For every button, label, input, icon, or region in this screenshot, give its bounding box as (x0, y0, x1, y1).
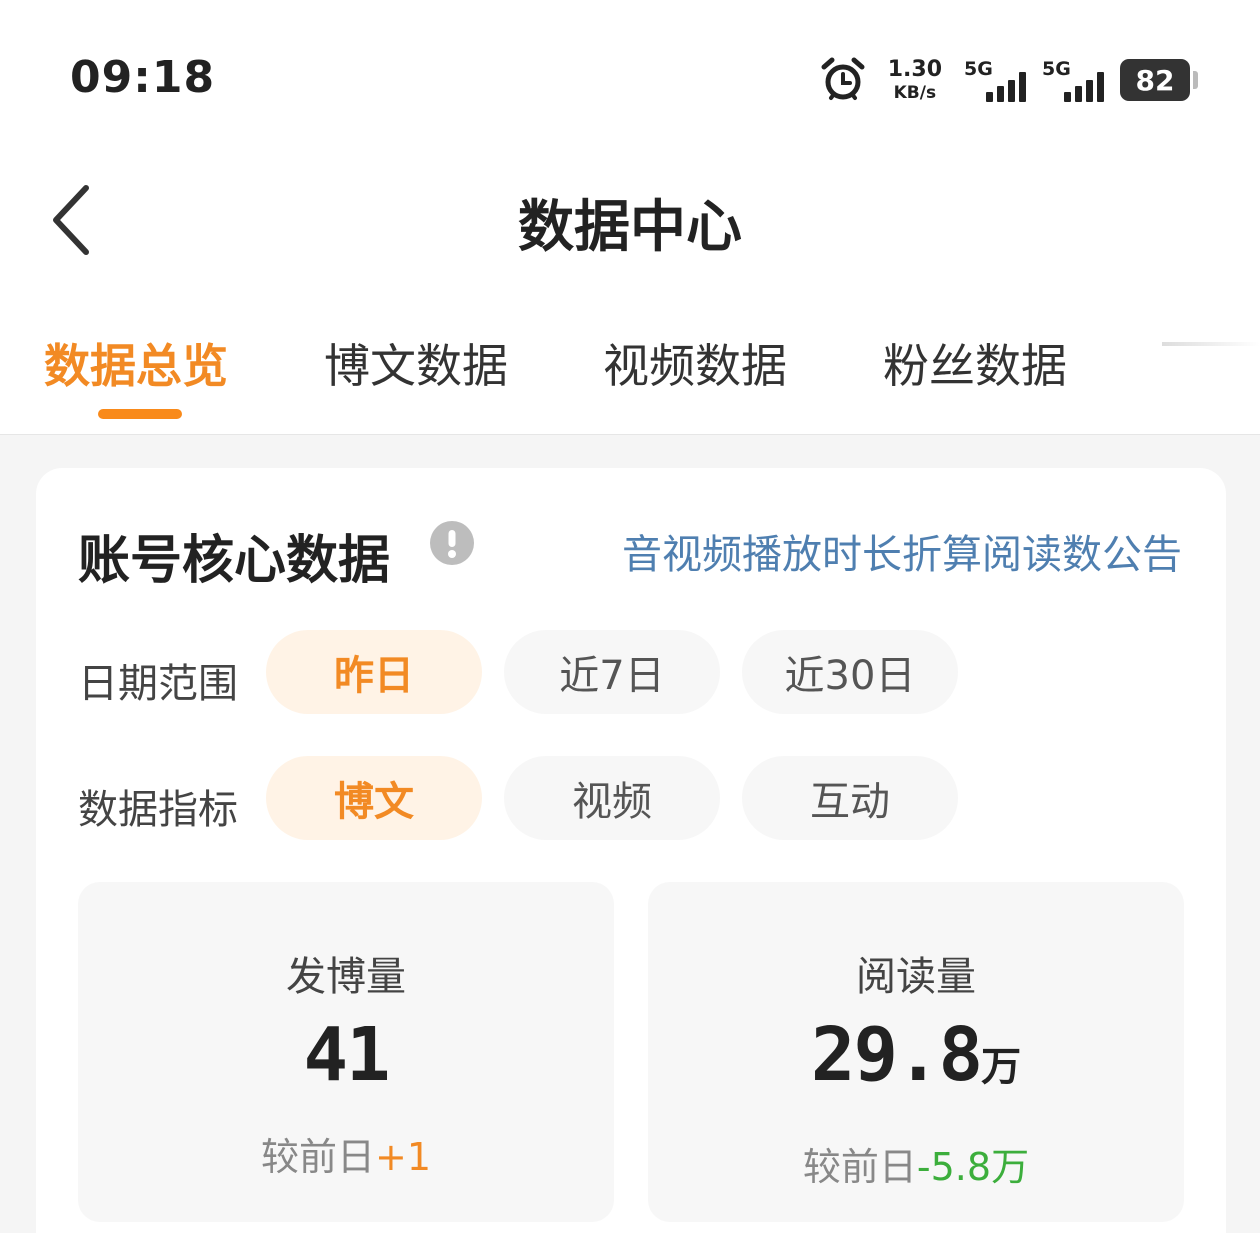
network-speed-value: 1.30 (887, 56, 942, 82)
battery-level: 82 (1135, 63, 1175, 97)
tab-post-data[interactable]: 博文数据 (324, 330, 508, 396)
status-time: 09:18 (70, 52, 216, 103)
date-option-30days[interactable]: 近30日 (742, 630, 958, 714)
stat-value: 29.8万 (648, 1012, 1184, 1098)
nav-bar: 数据中心 (0, 150, 1260, 290)
stat-unit: 万 (981, 1044, 1022, 1090)
tab-overview[interactable]: 数据总览 (44, 330, 228, 396)
status-indicators: 1.30 KB/s 5G 5G 82 (820, 52, 1198, 108)
tab-video-data[interactable]: 视频数据 (603, 330, 787, 396)
notice-link[interactable]: 音视频播放时长折算阅读数公告 (622, 522, 1182, 580)
metric-option-post[interactable]: 博文 (266, 756, 482, 840)
stat-compare: 较前日-5.8万 (648, 1136, 1184, 1191)
stat-number: 29.8 (810, 1012, 983, 1098)
active-tab-indicator (98, 409, 182, 419)
stat-number: 41 (303, 1012, 390, 1098)
alarm-icon (820, 57, 866, 103)
stat-name: 阅读量 (856, 954, 976, 1000)
page-title: 数据中心 (518, 195, 742, 260)
stat-value: 41 (78, 1012, 614, 1098)
status-bar: 09:18 1.30 KB/s 5G 5G 82 (0, 0, 1260, 150)
compare-label: 较前日 (802, 1145, 917, 1189)
date-range-label: 日期范围 (78, 661, 238, 707)
core-data-card: 账号核心数据 音视频播放时长折算阅读数公告 日期范围 昨日 近7日 近30日 数… (36, 468, 1226, 1233)
signal-icon: 5G (1042, 56, 1108, 104)
compare-label: 较前日 (260, 1135, 375, 1179)
stat-compare: 较前日+1 (78, 1126, 614, 1181)
stat-name: 发博量 (286, 954, 406, 1000)
compare-value: +1 (374, 1135, 432, 1179)
tab-overflow-fade (1162, 342, 1260, 346)
signal-icon: 5G (964, 56, 1030, 104)
stat-card-reads[interactable]: 阅读量 29.8万 较前日-5.8万 (648, 882, 1184, 1222)
network-speed-unit: KB/s (893, 82, 937, 103)
metric-option-interaction[interactable]: 互动 (742, 756, 958, 840)
compare-value: -5.8万 (916, 1145, 1030, 1189)
date-option-yesterday[interactable]: 昨日 (266, 630, 482, 714)
exclamation-icon[interactable] (430, 521, 474, 565)
tab-fans-data[interactable]: 粉丝数据 (883, 330, 1067, 396)
battery-icon: 82 (1120, 59, 1198, 101)
stat-card-posts[interactable]: 发博量 41 较前日+1 (78, 882, 614, 1222)
date-option-7days[interactable]: 近7日 (504, 630, 720, 714)
card-title: 账号核心数据 (78, 531, 391, 591)
metric-label: 数据指标 (78, 787, 238, 833)
metric-option-video[interactable]: 视频 (504, 756, 720, 840)
network-speed: 1.30 KB/s (887, 56, 942, 103)
tab-bar: 数据总览 博文数据 视频数据 粉丝数据 (0, 290, 1260, 435)
